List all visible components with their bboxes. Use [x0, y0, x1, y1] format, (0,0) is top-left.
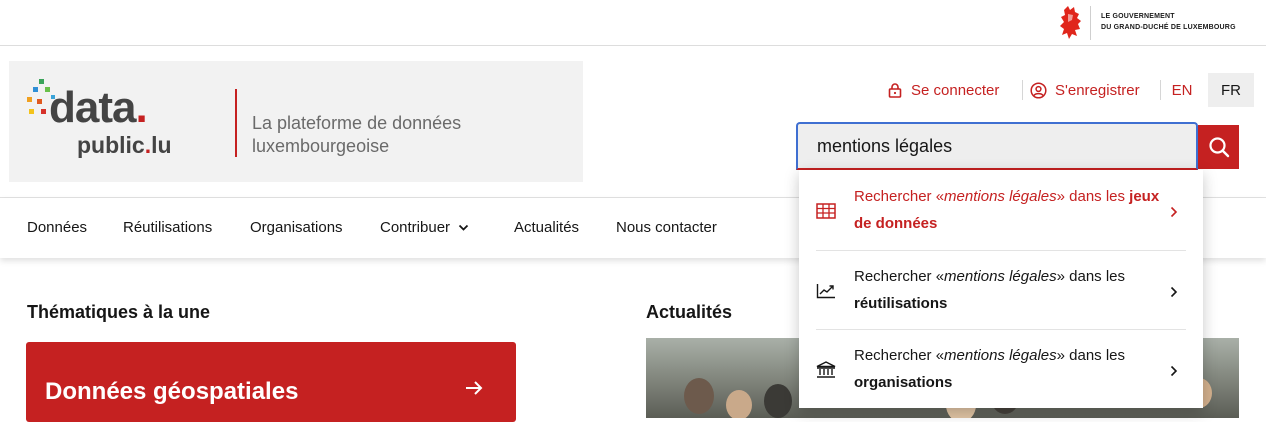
search-input[interactable]	[796, 122, 1198, 170]
header-divider	[1022, 80, 1023, 100]
suggestion-prefix: Rechercher «	[854, 347, 945, 364]
suggestion-reuses[interactable]: Rechercher «mentions légales» dans les ré…	[816, 250, 1186, 329]
search-icon	[1208, 137, 1229, 158]
logo-sub-tld: lu	[151, 132, 172, 158]
chart-icon	[816, 284, 835, 299]
nav-item-contact[interactable]: Nous contacter	[616, 219, 717, 236]
nav-item-contribuer-label: Contribuer	[380, 219, 451, 236]
logo-word-data: data	[49, 83, 136, 132]
language-fr-button[interactable]: FR	[1208, 73, 1254, 107]
nav-item-actualites[interactable]: Actualités	[514, 219, 579, 236]
suggestion-middle: » dans les	[1056, 188, 1130, 205]
institution-icon	[816, 361, 836, 378]
chevron-right-icon	[1170, 286, 1178, 298]
suggestion-prefix: Rechercher «	[854, 268, 945, 285]
gov-title-line2: DU GRAND-DUCHÉ DE LUXEMBOURG	[1101, 24, 1236, 31]
red-lion-icon	[1060, 6, 1081, 39]
suggestion-middle: » dans les	[1056, 347, 1126, 364]
nav-item-donnees[interactable]: Données	[27, 219, 87, 236]
nav-item-contribuer[interactable]: Contribuer	[380, 219, 469, 236]
theme-card-geospatial[interactable]: Données géospatiales	[26, 342, 516, 422]
chevron-down-icon	[458, 224, 469, 231]
register-link[interactable]: S'enregistrer	[1030, 73, 1140, 107]
logo-word-dot: .	[135, 83, 147, 132]
theme-card-label: Données géospatiales	[45, 378, 299, 405]
gov-title-line1: LE GOUVERNEMENT	[1101, 13, 1175, 20]
news-title: Actualités	[646, 302, 733, 322]
chevron-right-icon	[1170, 365, 1178, 377]
suggestion-middle: » dans les	[1056, 268, 1126, 285]
tagline-line2: luxembourgeoise	[252, 136, 390, 156]
logo-divider	[235, 89, 237, 157]
nav-item-organisations[interactable]: Organisations	[250, 219, 343, 236]
suggestion-target-b: de données	[854, 215, 938, 232]
gov-divider	[1090, 6, 1091, 40]
suggestion-datasets-text: Rechercher «mentions légales» dans les j…	[854, 183, 1174, 237]
suggestion-prefix: Rechercher «	[854, 188, 945, 205]
tagline-line1: La plateforme de données	[252, 113, 462, 133]
suggestion-organizations-text: Rechercher «mentions légales» dans les or…	[854, 342, 1174, 396]
search-suggestions: Rechercher «mentions légales» dans les j…	[799, 170, 1203, 408]
suggestion-organizations[interactable]: Rechercher «mentions légales» dans les or…	[816, 329, 1186, 408]
site-tagline: La plateforme de données luxembourgeoise	[252, 112, 461, 158]
arrow-right-icon	[466, 381, 483, 395]
suggestion-target-a: jeux	[1129, 188, 1160, 205]
gov-title[interactable]: LE GOUVERNEMENT DU GRAND-DUCHÉ DE LUXEMB…	[1101, 11, 1236, 33]
logo-sub-public: public	[77, 132, 145, 158]
suggestion-target: réutilisations	[854, 295, 948, 312]
chevron-right-icon	[1170, 206, 1178, 218]
language-en-button[interactable]: EN	[1161, 73, 1203, 107]
lock-icon	[888, 83, 902, 98]
user-circle-icon	[1030, 81, 1047, 99]
themes-title: Thématiques à la une	[27, 302, 211, 322]
register-label: S'enregistrer	[1055, 81, 1140, 99]
logo-wordmark: data.	[49, 83, 148, 132]
login-label: Se connecter	[911, 81, 1000, 99]
suggestion-query: mentions légales	[944, 188, 1057, 205]
suggestion-reuses-text: Rechercher «mentions légales» dans les ré…	[854, 263, 1174, 317]
table-icon	[816, 203, 836, 219]
logo-subtitle: public.lu	[77, 132, 172, 158]
suggestion-target: organisations	[854, 374, 953, 391]
site-logo[interactable]: data. public.lu La plateforme de données…	[9, 61, 583, 182]
nav-item-reutilisations[interactable]: Réutilisations	[123, 219, 212, 236]
search-button[interactable]	[1198, 125, 1239, 169]
government-bar: LE GOUVERNEMENT DU GRAND-DUCHÉ DE LUXEMB…	[0, 0, 1266, 46]
login-link[interactable]: Se connecter	[887, 73, 999, 107]
suggestion-datasets[interactable]: Rechercher «mentions légales» dans les j…	[816, 170, 1186, 249]
suggestion-query: mentions légales	[944, 268, 1057, 285]
suggestion-query: mentions légales	[944, 347, 1057, 364]
